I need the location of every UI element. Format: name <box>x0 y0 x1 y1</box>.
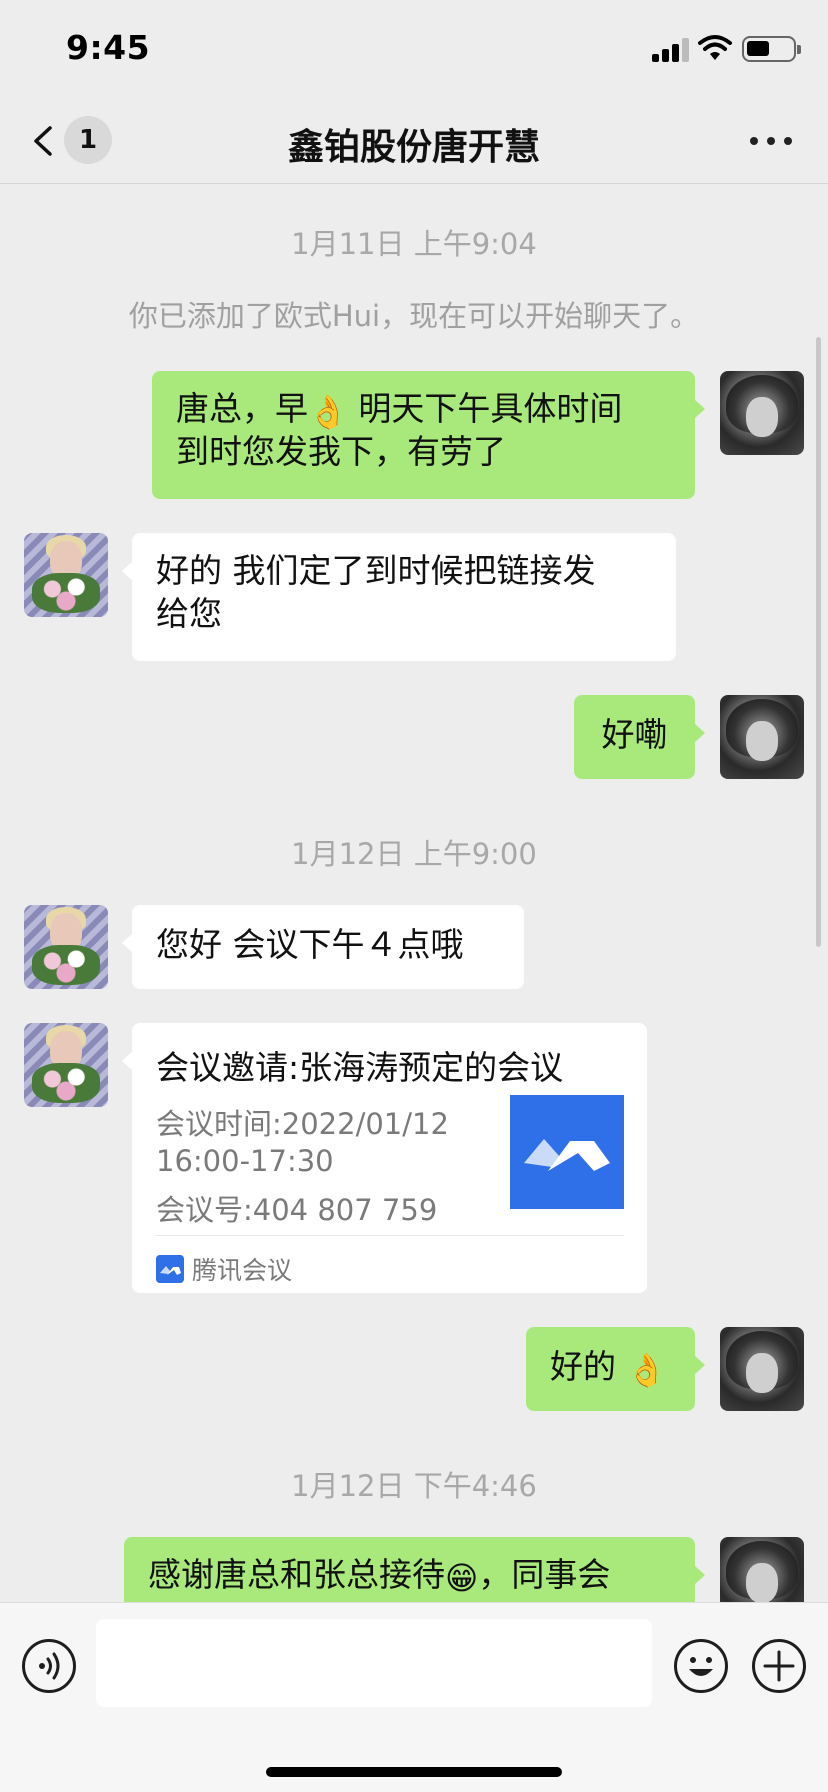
message-text: 您好 会议下午４点哦 <box>156 925 464 964</box>
ellipsis-icon <box>750 137 758 145</box>
message-text: 好的 我们定了到时候把链接发 <box>156 551 596 590</box>
tencent-meeting-small-icon <box>156 1255 184 1283</box>
sent-message[interactable]: 唐总，早👌 明天下午具体时间 到时您发我下，有劳了 <box>152 371 705 499</box>
sent-message[interactable]: 好的 👌 <box>526 1327 705 1411</box>
timestamp: 1月11日 上午9:04 <box>291 227 537 261</box>
contact-avatar[interactable] <box>24 1023 108 1107</box>
input-bar <box>0 1602 828 1792</box>
timestamp: 1月12日 上午9:00 <box>291 837 537 871</box>
emoji-button[interactable] <box>674 1639 728 1693</box>
contact-avatar[interactable] <box>24 533 108 617</box>
card-source-label: 腾讯会议 <box>192 1256 293 1285</box>
timestamp: 1月12日 下午4:46 <box>291 1469 537 1503</box>
received-message[interactable]: 您好 会议下午４点哦 <box>122 905 524 989</box>
contact-avatar[interactable] <box>24 905 108 989</box>
sent-message[interactable]: 好嘞 <box>574 695 705 779</box>
more-options-button[interactable] <box>744 120 798 160</box>
message-text: ，同事会 <box>478 1555 611 1594</box>
meeting-time-range: 16:00-17:30 <box>156 1144 334 1178</box>
ok-hand-emoji: 👌 <box>308 393 348 431</box>
ok-hand-emoji: 👌 <box>626 1351 667 1389</box>
status-time: 9:45 <box>66 28 151 67</box>
message-input[interactable] <box>96 1619 652 1707</box>
message-text: 好嘞 <box>601 715 668 754</box>
message-text: 给您 <box>156 594 222 633</box>
wifi-icon <box>698 35 732 60</box>
my-avatar[interactable] <box>720 1537 804 1602</box>
received-message[interactable]: 好的 我们定了到时候把链接发 给您 <box>122 533 676 661</box>
chat-header: 1 鑫铂股份唐开慧 <box>0 100 828 184</box>
message-text: 感谢唐总和张总接待 <box>148 1555 445 1594</box>
message-text: 唐总，早 <box>176 389 308 428</box>
sent-message[interactable]: 感谢唐总和张总接待😁，同事会 <box>124 1537 705 1602</box>
voice-icon <box>39 1652 60 1680</box>
message-text: 好的 <box>550 1347 616 1386</box>
voice-input-button[interactable] <box>22 1639 76 1693</box>
message-text: 到时您发我下，有劳了 <box>176 432 506 471</box>
meeting-time: 会议时间:2022/01/12 <box>156 1107 449 1141</box>
meeting-invite-card[interactable]: 会议邀请:张海涛预定的会议 会议时间:2022/01/12 16:00-17:3… <box>122 1023 647 1293</box>
message-list[interactable]: 1月11日 上午9:04 你已添加了欧式Hui，现在可以开始聊天了。 唐总，早👌… <box>0 185 828 1602</box>
smile-icon <box>689 1657 713 1676</box>
meeting-card-title: 会议邀请:张海涛预定的会议 <box>156 1048 564 1087</box>
my-avatar[interactable] <box>720 1327 804 1411</box>
plus-icon <box>763 1650 795 1682</box>
cellular-signal-icon <box>652 38 690 62</box>
system-notice: 你已添加了欧式Hui，现在可以开始聊天了。 <box>128 299 700 333</box>
chat-title: 鑫铂股份唐开慧 <box>287 127 540 168</box>
meeting-id: 会议号:404 807 759 <box>156 1193 438 1227</box>
card-divider <box>156 1235 624 1236</box>
home-indicator <box>266 1767 562 1777</box>
my-avatar[interactable] <box>720 371 804 455</box>
battery-icon <box>742 36 801 62</box>
chat-screen: 9:45 1 鑫铂股份唐开慧 1月11日 上午9:04 你已添加了欧式Hui，现… <box>0 0 828 1792</box>
tencent-meeting-logo-icon <box>510 1095 624 1209</box>
grinning-emoji: 😁 <box>445 1559 479 1597</box>
message-text: 明天下午具体时间 <box>347 389 623 428</box>
my-avatar[interactable] <box>720 695 804 779</box>
more-actions-button[interactable] <box>752 1639 806 1693</box>
status-bar: 9:45 <box>0 0 828 100</box>
